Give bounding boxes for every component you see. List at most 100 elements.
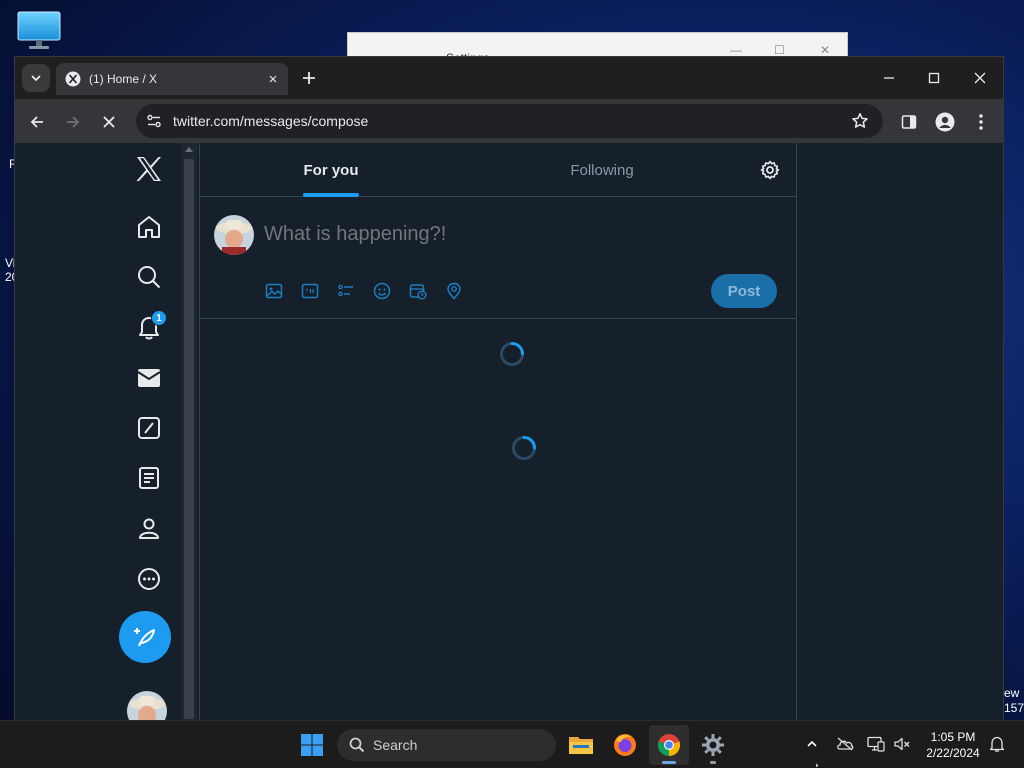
active-app-indicator — [662, 761, 676, 764]
gif-icon[interactable] — [297, 278, 323, 304]
profile-icon[interactable] — [127, 506, 171, 550]
bookmark-star-icon[interactable] — [843, 104, 877, 138]
tab-following[interactable]: Following — [470, 143, 734, 197]
running-app-indicator — [710, 761, 716, 764]
desktop-label-fragment: 157 — [1004, 701, 1024, 715]
arrow-left-icon — [30, 116, 43, 128]
loading-spinner-icon — [499, 341, 525, 367]
tab-for-you[interactable]: For you — [200, 143, 462, 197]
x-favicon-icon — [65, 71, 81, 87]
desktop-label-fragment: ew — [1004, 686, 1020, 700]
taskbar-clock[interactable]: 1:05 PM 2/22/2024 — [920, 729, 986, 761]
taskbar-search[interactable]: Search — [337, 729, 556, 761]
side-panel-icon — [901, 115, 917, 129]
windows-logo-icon — [301, 734, 323, 756]
chrome-window: (1) Home / X × twitter.com/messages/comp… — [14, 56, 1004, 720]
chevron-up-icon — [807, 740, 817, 747]
window-close-button[interactable] — [965, 66, 995, 90]
this-pc-desktop-icon[interactable] — [16, 10, 62, 52]
browser-toolbar: twitter.com/messages/compose — [15, 99, 1003, 143]
back-button[interactable] — [24, 109, 50, 135]
compose-post-button[interactable] — [119, 611, 171, 663]
more-icon[interactable] — [127, 557, 171, 601]
volume-muted-icon[interactable] — [891, 733, 913, 755]
plus-icon — [303, 72, 315, 84]
chevron-down-icon — [31, 75, 41, 82]
start-button[interactable] — [292, 725, 332, 765]
maximize-icon — [928, 72, 940, 84]
window-maximize-button[interactable] — [919, 66, 949, 90]
gear-icon — [702, 734, 724, 756]
show-hidden-icons-button[interactable] — [801, 733, 823, 755]
tab-search-button[interactable] — [22, 64, 50, 92]
arrow-right-icon — [67, 116, 80, 128]
active-tab-indicator — [303, 193, 359, 197]
media-icon[interactable] — [261, 278, 287, 304]
home-icon[interactable] — [127, 205, 171, 249]
grok-icon[interactable] — [127, 406, 171, 450]
post-button[interactable]: Post — [711, 274, 777, 308]
side-panel-button[interactable] — [896, 109, 922, 135]
window-minimize-button[interactable] — [874, 66, 904, 90]
close-icon — [103, 116, 115, 128]
browser-menu-button[interactable] — [968, 109, 994, 135]
settings-button[interactable] — [693, 725, 733, 765]
onedrive-icon[interactable] — [834, 733, 856, 755]
tab-title: (1) Home / X — [89, 72, 158, 86]
notifications-icon[interactable]: 1 — [127, 305, 171, 349]
poll-icon[interactable] — [333, 278, 359, 304]
home-tabs: For you Following — [200, 143, 796, 197]
messages-icon[interactable] — [127, 356, 171, 400]
search-icon — [349, 737, 365, 753]
post-composer: Post — [200, 198, 796, 319]
chrome-button[interactable] — [649, 725, 689, 765]
account-avatar[interactable] — [127, 691, 167, 720]
emoji-icon[interactable] — [369, 278, 395, 304]
new-tab-button[interactable] — [298, 67, 320, 89]
stop-loading-button[interactable] — [96, 109, 122, 135]
notification-count-badge: 1 — [151, 310, 167, 326]
taskbar-search-label: Search — [373, 737, 418, 753]
scrollbar-thumb[interactable] — [184, 159, 194, 719]
more-vertical-icon — [979, 114, 983, 130]
forward-button[interactable] — [60, 109, 86, 135]
lists-icon[interactable] — [127, 456, 171, 500]
left-navigation: 1 — [119, 143, 181, 720]
profile-icon — [935, 112, 955, 132]
compose-text-input[interactable] — [264, 218, 764, 250]
x-logo-icon[interactable] — [127, 147, 171, 191]
scroll-up-arrow-icon[interactable] — [185, 147, 193, 152]
folder-icon — [569, 737, 593, 754]
notification-center-icon[interactable] — [986, 733, 1008, 755]
home-timeline: For you Following What is happening?! Po… — [199, 143, 797, 720]
chrome-icon — [657, 734, 681, 757]
close-icon — [974, 72, 986, 84]
mouse-cursor-icon — [816, 762, 824, 768]
address-bar[interactable]: twitter.com/messages/compose — [136, 104, 883, 138]
composer-avatar[interactable] — [214, 215, 254, 255]
file-explorer-button[interactable] — [561, 725, 601, 765]
tab-strip: (1) Home / X × — [15, 57, 1003, 99]
close-icon[interactable]: ✕ — [820, 43, 830, 57]
timeline-settings-icon[interactable] — [756, 156, 784, 184]
page-scrollbar[interactable] — [181, 143, 197, 720]
minimize-icon[interactable]: — — [730, 43, 742, 57]
loading-spinner-icon — [511, 435, 537, 461]
firefox-button[interactable] — [605, 725, 645, 765]
maximize-icon[interactable]: ☐ — [774, 43, 785, 57]
location-icon[interactable] — [441, 278, 467, 304]
schedule-icon[interactable] — [405, 278, 431, 304]
browser-tab[interactable]: (1) Home / X × — [56, 63, 288, 95]
minimize-icon — [884, 77, 894, 79]
url-text[interactable]: twitter.com/messages/compose — [173, 113, 843, 129]
site-info-icon[interactable] — [137, 104, 171, 138]
x-web-page: 1 For you Following What is happening?! … — [15, 143, 1003, 720]
feather-plus-icon — [134, 628, 155, 647]
windows-taskbar: Search 1:05 PM 2/22/2024 — [0, 720, 1024, 768]
tab-close-icon[interactable]: × — [262, 68, 284, 90]
firefox-icon — [614, 734, 636, 756]
clock-time: 1:05 PM — [930, 730, 976, 744]
search-icon[interactable] — [127, 255, 171, 299]
profile-button[interactable] — [932, 109, 958, 135]
network-icon[interactable] — [865, 733, 887, 755]
